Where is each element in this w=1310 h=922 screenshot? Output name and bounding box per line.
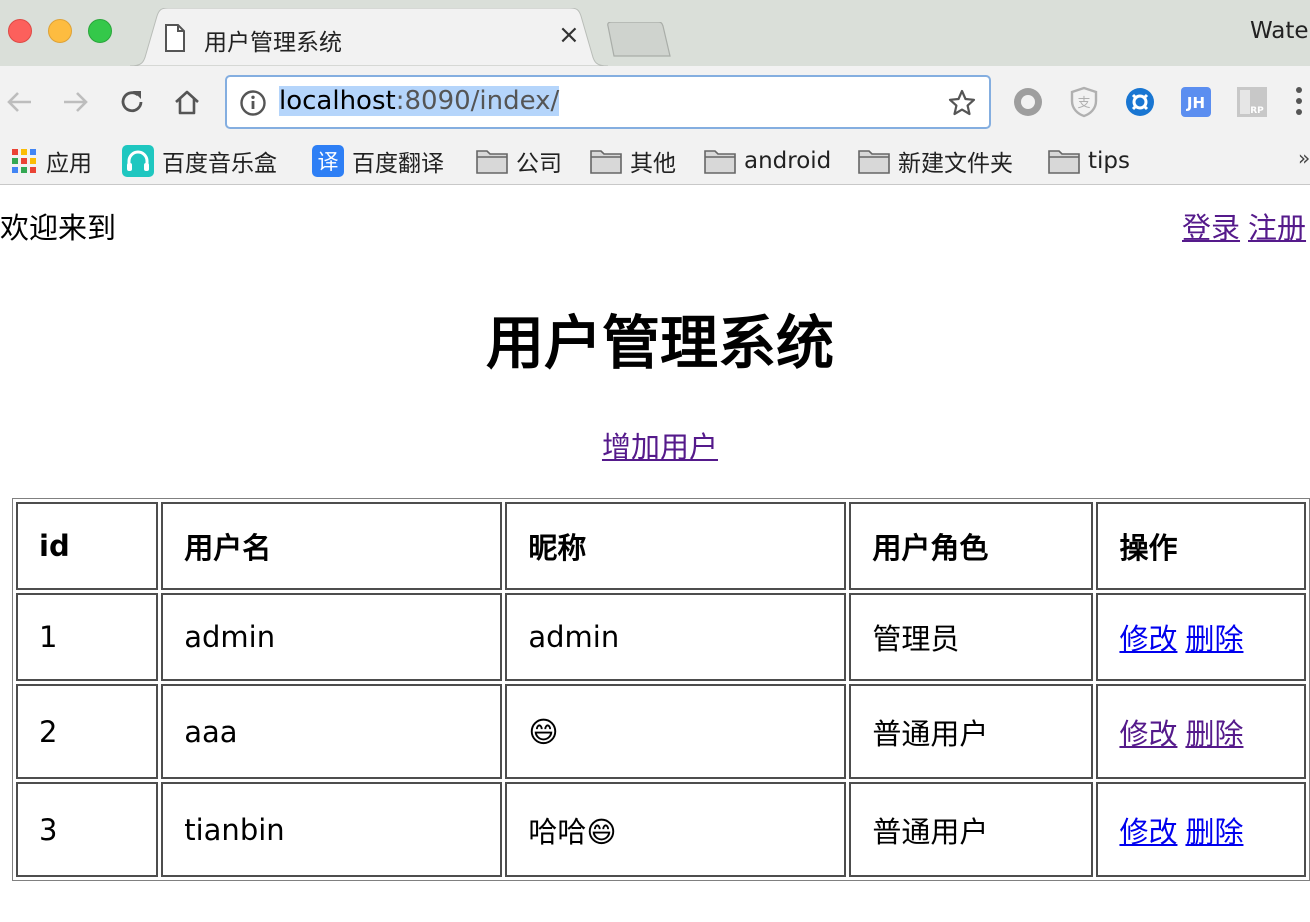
edit-user-link[interactable]: 修改 [1119,717,1177,751]
cell-id: 1 [16,593,159,681]
cell-nickname: 哈哈😄 [505,782,847,877]
bookmarks-bar: 应用 百度音乐盒 译 百度翻译 公司 其他 android 新建文件夹 tips… [0,138,1310,185]
edit-user-link[interactable]: 修改 [1119,815,1177,849]
zoom-window-button[interactable] [88,19,112,43]
bookmark-folder-android[interactable]: android [704,144,831,178]
page-title: 用户管理系统 [485,309,834,377]
tab-active[interactable]: 用户管理系统 × [130,8,608,66]
login-link[interactable]: 登录 [1182,211,1240,245]
apps-grid-icon [10,147,38,175]
profile-name[interactable]: Water [1250,18,1310,44]
folder-icon [476,148,508,174]
bookmark-label: 新建文件夹 [898,151,1013,177]
cell-actions: 修改 删除 [1096,782,1306,877]
cell-nickname: 😄 [505,684,847,779]
bookmark-folder-tips[interactable]: tips [1048,144,1130,178]
cell-role: 管理员 [849,593,1094,681]
close-window-button[interactable] [8,19,32,43]
reload-icon[interactable] [114,84,150,120]
url-text[interactable]: localhost:8090/index/ [279,86,560,116]
new-tab-button[interactable] [606,21,672,62]
bookmark-apps[interactable]: 应用 [10,144,92,178]
minimize-window-button[interactable] [48,19,72,43]
tab-close-icon[interactable]: × [558,20,580,50]
address-bar[interactable]: localhost:8090/index/ [225,75,991,129]
cell-nickname: admin [505,593,847,681]
home-icon[interactable] [169,84,205,120]
bookmark-baidu-translate[interactable]: 译 百度翻译 [312,144,444,178]
baidu-translate-icon: 译 [312,145,344,177]
user-table: id 用户名 昵称 用户角色 操作 1 admin admin 管理员 修改 删除… [12,498,1310,881]
shield-extension-icon[interactable]: 支 [1068,86,1100,118]
cell-username: aaa [161,684,503,779]
edit-user-link[interactable]: 修改 [1119,622,1177,656]
cell-role: 普通用户 [849,684,1094,779]
bookmark-label: 百度音乐盒 [162,151,277,177]
folder-icon [858,148,890,174]
table-header-row: id 用户名 昵称 用户角色 操作 [16,502,1306,590]
info-icon[interactable] [239,89,267,121]
tab-title: 用户管理系统 [204,30,342,56]
bookmark-folder-other[interactable]: 其他 [590,144,676,178]
url-path: :8090/index/ [395,86,560,116]
rp-extension-icon[interactable]: RP [1236,86,1268,118]
svg-text:译: 译 [318,150,339,174]
bookmarks-overflow-button[interactable]: » [1298,146,1310,170]
cell-actions: 修改 删除 [1096,684,1306,779]
delete-user-link[interactable]: 删除 [1185,815,1243,849]
back-arrow-icon[interactable] [2,84,38,120]
browser-toolbar: localhost:8090/index/ 支 JH RP [0,66,1310,138]
bookmark-label: 应用 [46,151,92,177]
add-user-link[interactable]: 增加用户 [602,430,718,464]
cell-role: 普通用户 [849,782,1094,877]
bookmark-label: 其他 [630,151,676,177]
cell-actions: 修改 删除 [1096,593,1306,681]
add-user-container: 增加用户 [0,424,1310,466]
delete-user-link[interactable]: 删除 [1185,622,1243,656]
browser-menu-icon[interactable] [1294,84,1304,122]
svg-text:RP: RP [1250,106,1264,116]
cell-id: 2 [16,684,159,779]
register-link[interactable]: 注册 [1248,211,1306,245]
record-icon[interactable] [1012,86,1044,118]
delete-user-link[interactable]: 删除 [1185,717,1243,751]
forward-arrow-icon[interactable] [57,84,93,120]
baidu-music-icon [122,145,154,177]
table-row: 2 aaa 😄 普通用户 修改 删除 [16,684,1306,779]
bookmark-label: tips [1088,148,1130,174]
svg-text:JH: JH [1186,94,1205,112]
bookmark-folder-new[interactable]: 新建文件夹 [858,144,1013,178]
table-header-actions: 操作 [1096,502,1306,590]
folder-icon [1048,148,1080,174]
document-icon [164,24,186,52]
bookmark-baidu-music[interactable]: 百度音乐盒 [122,144,277,178]
auth-links: 登录 注册 [1182,205,1310,247]
cell-username: tianbin [161,782,503,877]
bookmark-folder-company[interactable]: 公司 [476,144,562,178]
cell-username: admin [161,593,503,681]
url-host: localhost [279,86,396,116]
svg-text:支: 支 [1077,96,1090,111]
cell-id: 3 [16,782,159,877]
table-header-id: id [16,502,159,590]
table-header-nickname: 昵称 [505,502,847,590]
table-header-role: 用户角色 [849,502,1094,590]
bookmark-label: 百度翻译 [352,151,444,177]
folder-icon [590,148,622,174]
table-header-username: 用户名 [161,502,503,590]
folder-icon [704,148,736,174]
bookmark-star-icon[interactable] [947,88,977,122]
blue-extension-icon[interactable] [1124,86,1156,118]
table-row: 1 admin admin 管理员 修改 删除 [16,593,1306,681]
bookmark-label: android [744,148,832,174]
jh-extension-icon[interactable]: JH [1180,86,1212,118]
browser-tab-strip: 用户管理系统 × Water [0,0,1310,66]
bookmark-label: 公司 [516,151,562,177]
table-row: 3 tianbin 哈哈😄 普通用户 修改 删除 [16,782,1306,877]
welcome-text: 欢迎来到 [0,211,117,245]
